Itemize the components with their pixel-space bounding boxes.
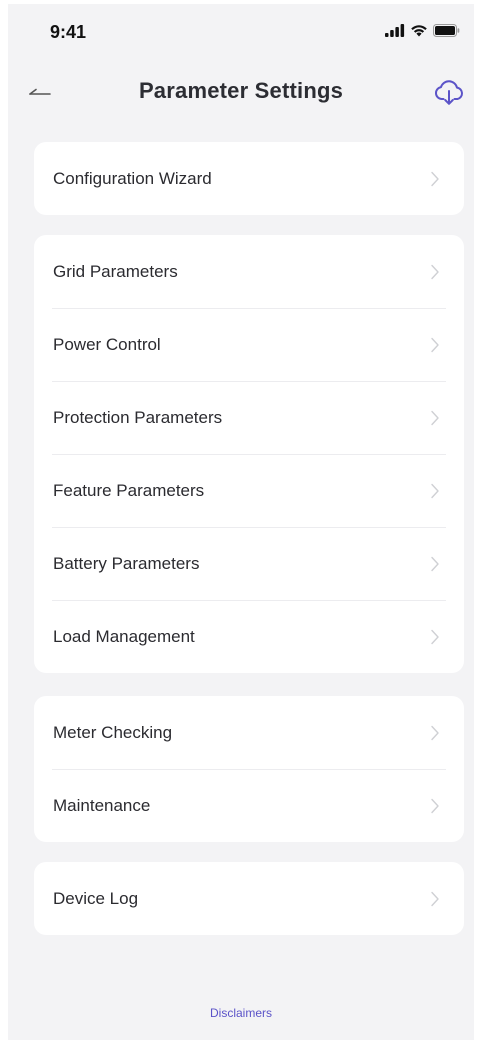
chevron-right-icon: [431, 171, 439, 186]
menu-item-label: Load Management: [53, 626, 195, 646]
chevron-right-icon: [431, 337, 439, 352]
signal-icon: [385, 24, 405, 37]
menu-item-maintenance[interactable]: Maintenance: [34, 769, 464, 842]
phone-screen: 9:41 Parameter Settings Configuration Wi…: [8, 4, 474, 1040]
chevron-right-icon: [431, 798, 439, 813]
chevron-right-icon: [431, 629, 439, 644]
menu-item-configuration-wizard[interactable]: Configuration Wizard: [34, 142, 464, 215]
menu-item-label: Grid Parameters: [53, 261, 178, 281]
chevron-right-icon: [431, 410, 439, 425]
menu-item-label: Device Log: [53, 888, 139, 908]
nav-header: Parameter Settings: [8, 68, 474, 116]
wifi-icon: [411, 25, 427, 37]
menu-item-label: Power Control: [53, 334, 161, 354]
status-time: 9:41: [50, 22, 87, 42]
settings-group-parameters: Grid Parameters Power Control Protection…: [34, 235, 464, 673]
settings-group-setup: Configuration Wizard: [34, 142, 464, 215]
cloud-download-icon[interactable]: [432, 76, 466, 108]
menu-item-battery-parameters[interactable]: Battery Parameters: [34, 527, 464, 600]
status-icons: [385, 24, 460, 37]
chevron-right-icon: [431, 483, 439, 498]
menu-item-label: Protection Parameters: [53, 407, 223, 427]
menu-item-load-management[interactable]: Load Management: [34, 600, 464, 673]
chevron-right-icon: [431, 891, 439, 906]
menu-item-power-control[interactable]: Power Control: [34, 308, 464, 381]
menu-item-protection-parameters[interactable]: Protection Parameters: [34, 381, 464, 454]
page-title: Parameter Settings: [138, 78, 344, 103]
settings-group-maintenance: Meter Checking Maintenance: [34, 696, 464, 842]
chevron-right-icon: [431, 556, 439, 571]
menu-item-label: Maintenance: [53, 795, 151, 815]
battery-icon: [433, 24, 460, 37]
disclaimers-link[interactable]: Disclaimers: [8, 1006, 474, 1020]
status-bar: 9:41: [8, 4, 474, 60]
menu-item-label: Meter Checking: [53, 722, 173, 742]
menu-item-grid-parameters[interactable]: Grid Parameters: [34, 235, 464, 308]
menu-item-feature-parameters[interactable]: Feature Parameters: [34, 454, 464, 527]
chevron-right-icon: [431, 264, 439, 279]
menu-item-label: Feature Parameters: [53, 480, 205, 500]
chevron-right-icon: [431, 725, 439, 740]
menu-item-meter-checking[interactable]: Meter Checking: [34, 696, 464, 769]
menu-item-device-log[interactable]: Device Log: [34, 862, 464, 935]
menu-item-label: Battery Parameters: [53, 553, 200, 573]
settings-group-logs: Device Log: [34, 862, 464, 935]
menu-item-label: Configuration Wizard: [53, 168, 212, 188]
